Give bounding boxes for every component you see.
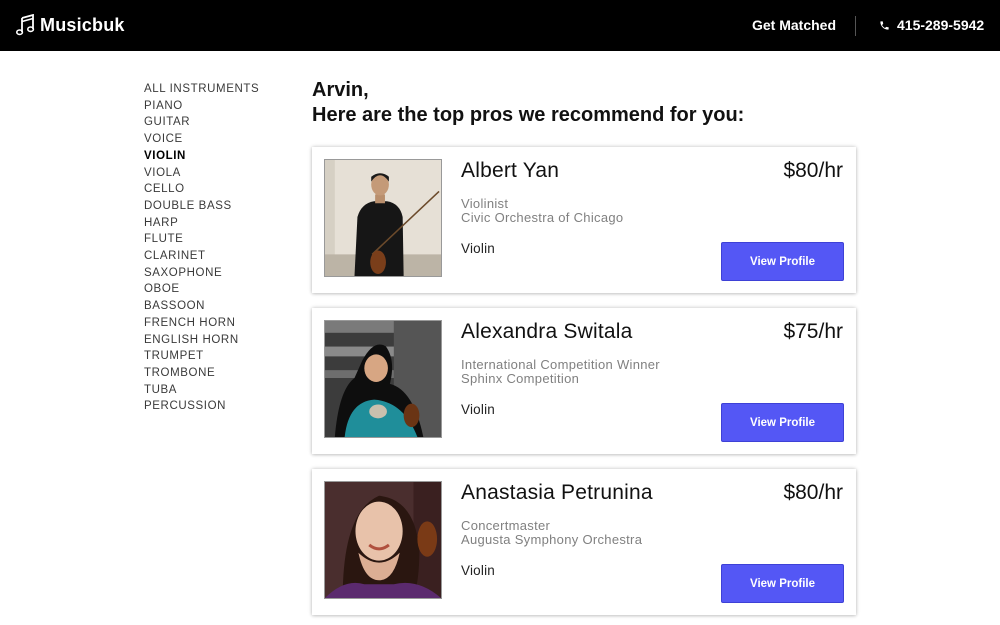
sidebar-item-all-instruments[interactable]: ALL INSTRUMENTS	[144, 81, 259, 98]
sidebar-item-clarinet[interactable]: CLARINET	[144, 248, 259, 265]
sidebar-item-trombone[interactable]: TROMBONE	[144, 365, 259, 382]
pro-title: Concertmaster	[461, 518, 551, 533]
pro-organization: Civic Orchestra of Chicago	[461, 210, 624, 225]
sidebar-item-oboe[interactable]: OBOE	[144, 281, 259, 298]
music-note-icon	[16, 14, 35, 36]
phone-icon	[879, 20, 897, 31]
pro-card: Anastasia Petrunina $80/hr Concertmaster…	[312, 469, 856, 615]
sidebar-item-saxophone[interactable]: SAXOPHONE	[144, 265, 259, 282]
pro-instrument: Violin	[461, 402, 495, 417]
sidebar-item-english-horn[interactable]: ENGLISH HORN	[144, 332, 259, 349]
sidebar-item-trumpet[interactable]: TRUMPET	[144, 348, 259, 365]
view-profile-button[interactable]: View Profile	[721, 564, 844, 603]
recommendation-heading: Arvin, Here are the top pros we recommen…	[312, 78, 744, 128]
pro-rate: $75/hr	[783, 320, 843, 343]
sidebar-item-flute[interactable]: FLUTE	[144, 231, 259, 248]
get-matched-link[interactable]: Get Matched	[752, 17, 836, 34]
greeting-name: Arvin,	[312, 79, 369, 101]
sidebar-item-bassoon[interactable]: BASSOON	[144, 298, 259, 315]
view-profile-button[interactable]: View Profile	[721, 242, 844, 281]
top-navigation-bar: Musicbuk Get Matched 415-289-5942	[0, 0, 1000, 51]
pro-name[interactable]: Albert Yan	[461, 158, 559, 184]
pro-name[interactable]: Anastasia Petrunina	[461, 480, 653, 506]
pro-photo[interactable]	[324, 320, 442, 438]
pro-photo[interactable]	[324, 159, 442, 277]
view-profile-button[interactable]: View Profile	[721, 403, 844, 442]
sidebar-item-guitar[interactable]: GUITAR	[144, 114, 259, 131]
sidebar-item-percussion[interactable]: PERCUSSION	[144, 398, 259, 415]
sidebar-item-cello[interactable]: CELLO	[144, 181, 259, 198]
sidebar-item-french-horn[interactable]: FRENCH HORN	[144, 315, 259, 332]
pro-rate: $80/hr	[783, 481, 843, 504]
pro-instrument: Violin	[461, 241, 495, 256]
pro-photo[interactable]	[324, 481, 442, 599]
greeting-text: Here are the top pros we recommend for y…	[312, 104, 745, 126]
pro-organization: Sphinx Competition	[461, 371, 580, 386]
sidebar-item-viola[interactable]: VIOLA	[144, 165, 259, 182]
pro-title: Violinist	[461, 196, 509, 211]
pro-title: International Competition Winner	[461, 357, 660, 372]
sidebar-item-double-bass[interactable]: DOUBLE BASS	[144, 198, 259, 215]
sidebar-item-tuba[interactable]: TUBA	[144, 382, 259, 399]
sidebar-item-harp[interactable]: HARP	[144, 215, 259, 232]
brand-name: Musicbuk	[40, 15, 125, 35]
pro-rate: $80/hr	[783, 159, 843, 182]
pro-organization: Augusta Symphony Orchestra	[461, 532, 643, 547]
brand-logo[interactable]: Musicbuk	[16, 14, 125, 36]
pro-name[interactable]: Alexandra Switala	[461, 319, 633, 345]
pro-card: Alexandra Switala $75/hr International C…	[312, 308, 856, 454]
pro-instrument: Violin	[461, 563, 495, 578]
sidebar-item-violin[interactable]: VIOLIN	[144, 148, 259, 165]
pro-card: Albert Yan $80/hr Violinist Civic Orches…	[312, 147, 856, 293]
header-divider	[855, 16, 856, 36]
phone-number: 415-289-5942	[897, 17, 985, 33]
sidebar-item-piano[interactable]: PIANO	[144, 98, 259, 115]
instrument-sidebar: ALL INSTRUMENTS PIANO GUITAR VOICE VIOLI…	[144, 81, 259, 415]
phone-link[interactable]: 415-289-5942	[879, 17, 984, 34]
sidebar-item-voice[interactable]: VOICE	[144, 131, 259, 148]
